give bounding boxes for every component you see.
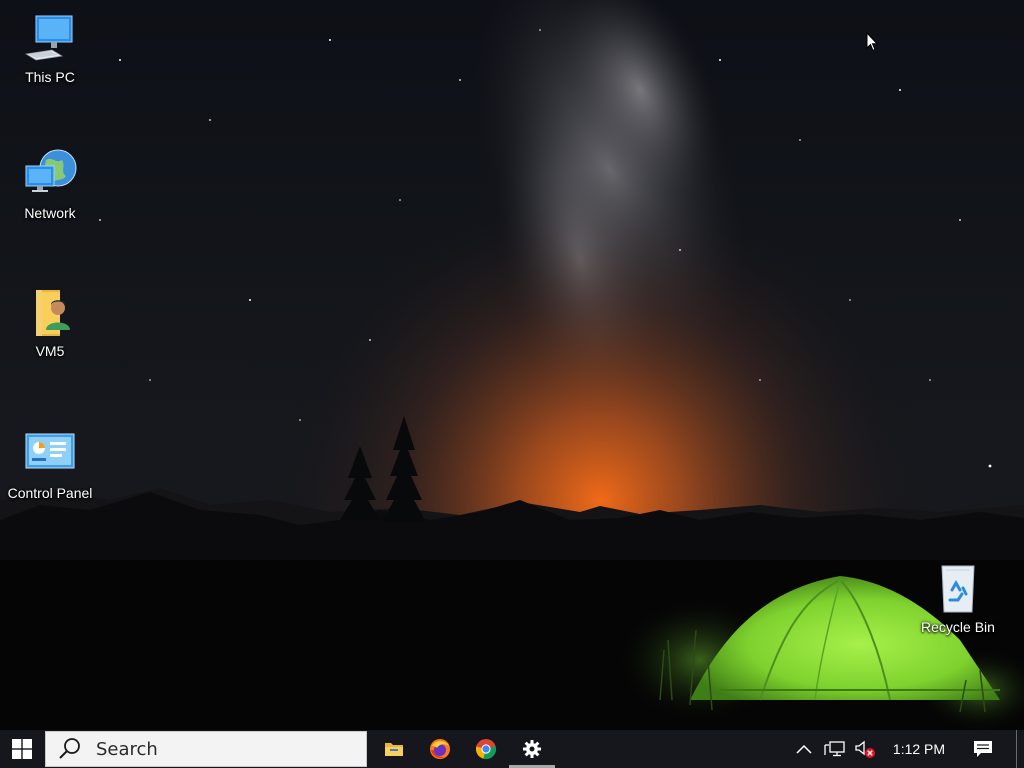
desktop-icon-control-panel[interactable]: Control Panel [2, 426, 98, 502]
desktop-icon-label: Network [24, 205, 76, 221]
tray-volume-button[interactable] [852, 730, 878, 768]
chevron-up-icon [796, 744, 812, 754]
chrome-icon [475, 739, 497, 760]
tray-overflow-button[interactable] [792, 730, 816, 768]
desktop-icon-label: This PC [25, 69, 75, 85]
desktop-icon-label: Recycle Bin [921, 619, 995, 635]
windows-logo-icon [12, 739, 32, 759]
volume-muted-icon [855, 740, 875, 758]
taskbar-clock[interactable]: 1:12 PM [886, 730, 952, 768]
action-center-button[interactable] [966, 730, 1000, 768]
tray-network-button[interactable] [820, 730, 850, 768]
taskbar-app-firefox[interactable] [417, 730, 463, 768]
network-monitor-icon [824, 741, 845, 757]
control-panel-icon [25, 433, 75, 469]
user-folder-icon [36, 290, 70, 336]
search-icon [59, 738, 80, 759]
clock-time: 1:12 PM [892, 741, 946, 757]
mouse-cursor-icon [866, 32, 878, 52]
notification-icon [974, 741, 992, 757]
computer-icon [24, 15, 73, 61]
desktop-icon-label: Control Panel [7, 485, 93, 501]
taskbar-app-chrome[interactable] [463, 730, 509, 768]
desktop-icon-this-pc[interactable]: This PC [2, 10, 98, 86]
gear-icon [523, 740, 541, 758]
desktop-icon-recycle-bin[interactable]: Recycle Bin [910, 560, 1006, 636]
desktop-icon-vm5[interactable]: VM5 [2, 284, 98, 360]
wallpaper [0, 0, 1024, 730]
search-box[interactable]: Search [45, 731, 367, 767]
taskbar-app-file-explorer[interactable] [371, 730, 417, 768]
firefox-icon [430, 739, 450, 759]
folder-icon [385, 743, 403, 756]
search-placeholder: Search [96, 738, 158, 760]
taskbar: Search 1:12 PM [0, 730, 1024, 768]
desktop-icon-network[interactable]: Network [2, 146, 98, 222]
recycle-bin-icon [941, 565, 975, 613]
start-button[interactable] [0, 730, 44, 768]
network-globe-icon [25, 149, 77, 192]
desktop: This PC Network VM5 Control Panel Recycl… [0, 0, 1024, 768]
show-desktop-button[interactable] [1016, 730, 1024, 768]
desktop-icon-label: VM5 [35, 343, 65, 359]
taskbar-app-settings[interactable] [509, 730, 555, 768]
